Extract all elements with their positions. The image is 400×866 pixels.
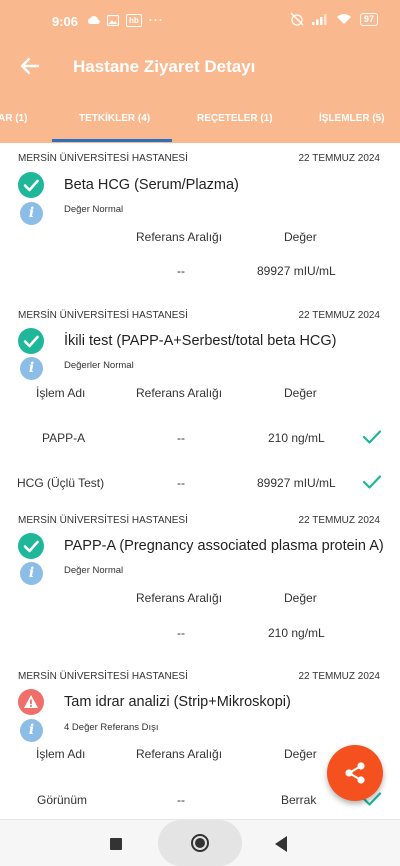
- system-back-icon[interactable]: [275, 836, 287, 852]
- alarm-off-icon: [290, 12, 304, 26]
- check-circle-icon: [18, 533, 44, 559]
- test-name: Tam idrar analizi (Strip+Mikroskopi): [64, 694, 291, 710]
- result-value: 210 ng/mL: [268, 626, 325, 640]
- result-value: 89927 mIU/mL: [257, 476, 336, 490]
- test-date: 22 TEMMUZ 2024: [298, 671, 380, 682]
- app-notification-icon: hb: [126, 13, 142, 27]
- reference-range-header: Referans Aralığı: [136, 591, 223, 605]
- image-icon: [107, 14, 119, 26]
- hospital-name: MERSİN ÜNİVERSİTESİ HASTANESİ: [18, 515, 188, 526]
- test-date: 22 TEMMUZ 2024: [298, 153, 380, 164]
- procedure-name-header: İşlem Adı: [36, 386, 86, 400]
- value-header: Değer: [284, 591, 317, 605]
- info-icon[interactable]: i: [20, 357, 43, 380]
- more-notifications-icon: ···: [148, 13, 164, 27]
- test-date: 22 TEMMUZ 2024: [298, 310, 380, 321]
- share-button[interactable]: [327, 745, 383, 801]
- system-nav-bar: [0, 819, 400, 866]
- reference-range: --: [177, 431, 185, 445]
- status-bar: 9:06 hb ··· 97: [0, 0, 400, 38]
- reference-range: --: [177, 626, 185, 640]
- hospital-name: MERSİN ÜNİVERSİTESİ HASTANESİ: [18, 671, 188, 682]
- procedure-name: PAPP-A: [42, 431, 86, 445]
- result-value: 89927 mIU/mL: [257, 264, 336, 278]
- tab-receteler[interactable]: REÇETELER (1): [197, 113, 273, 124]
- battery-icon: 97: [359, 12, 378, 26]
- test-date: 22 TEMMUZ 2024: [298, 515, 380, 526]
- value-header: Değer: [284, 386, 317, 400]
- reference-range: --: [177, 264, 185, 278]
- result-note: Değer Normal: [64, 204, 124, 215]
- recent-apps-icon[interactable]: [110, 838, 122, 850]
- reference-range: --: [177, 793, 185, 807]
- result-value: Berrak: [281, 793, 317, 807]
- value-header: Değer: [284, 230, 317, 244]
- status-time: 9:06: [52, 14, 79, 29]
- tab-bar: AR (1) TETKİKLER (4) REÇETELER (1) İŞLEM…: [0, 98, 400, 143]
- active-tab-indicator: [52, 139, 172, 142]
- cloud-icon: [87, 16, 100, 24]
- wifi-icon: [336, 14, 351, 24]
- result-value: 210 ng/mL: [268, 431, 325, 445]
- back-arrow-icon[interactable]: [18, 54, 42, 78]
- result-note: Değer Normal: [64, 565, 124, 576]
- info-icon[interactable]: i: [20, 562, 43, 585]
- reference-range-header: Referans Aralığı: [136, 747, 223, 761]
- test-name: PAPP-A (Pregnancy associated plasma prot…: [64, 538, 384, 554]
- result-note: 4 Değer Referans Dışı: [64, 722, 159, 733]
- info-icon[interactable]: i: [20, 202, 43, 225]
- share-icon: [345, 762, 365, 784]
- hospital-name: MERSİN ÜNİVERSİTESİ HASTANESİ: [18, 153, 188, 164]
- warning-icon: [18, 689, 44, 715]
- procedure-name-header: İşlem Adı: [36, 747, 86, 761]
- check-circle-icon: [18, 172, 44, 198]
- result-note: Değerler Normal: [64, 360, 134, 371]
- tab-islemler[interactable]: İŞLEMLER (5): [319, 113, 385, 124]
- home-button[interactable]: [158, 820, 242, 866]
- test-list[interactable]: MERSİN ÜNİVERSİTESİ HASTANESİ 22 TEMMUZ …: [0, 143, 400, 819]
- test-name: İkili test (PAPP-A+Serbest/total beta HC…: [64, 333, 337, 349]
- signal-icon: [311, 14, 327, 25]
- hospital-name: MERSİN ÜNİVERSİTESİ HASTANESİ: [18, 310, 188, 321]
- procedure-name: HCG (Üçlü Test): [17, 476, 105, 490]
- check-circle-icon: [18, 328, 44, 354]
- page-title: Hastane Ziyaret Detayı: [73, 57, 256, 76]
- check-icon: [362, 430, 382, 444]
- value-header: Değer: [284, 747, 317, 761]
- test-name: Beta HCG (Serum/Plazma): [64, 177, 239, 193]
- app-bar: Hastane Ziyaret Detayı: [0, 38, 400, 98]
- reference-range-header: Referans Aralığı: [136, 386, 223, 400]
- reference-range-header: Referans Aralığı: [136, 230, 223, 244]
- info-icon[interactable]: i: [20, 719, 43, 742]
- tab-tetkikler[interactable]: TETKİKLER (4): [79, 113, 150, 124]
- tab-1[interactable]: AR (1): [0, 113, 27, 124]
- check-icon: [362, 475, 382, 489]
- procedure-name: Görünüm: [37, 793, 88, 807]
- reference-range: --: [177, 476, 185, 490]
